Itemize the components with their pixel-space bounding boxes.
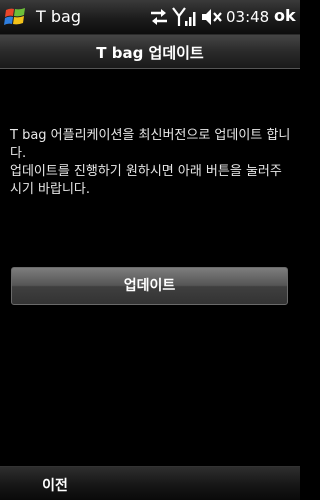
message-line-1: T bag 어플리케이션을 최신버전으로 업데이트 합니다. (10, 128, 291, 161)
ok-button[interactable]: ok (274, 6, 296, 25)
volume-muted-icon[interactable] (200, 6, 224, 32)
page-title: T bag 업데이트 (96, 44, 204, 62)
update-button[interactable]: 업데이트 (11, 267, 288, 305)
status-bar: T bag 03:48 ok (0, 0, 300, 35)
signal-strength-icon[interactable] (172, 6, 196, 32)
data-sync-icon[interactable] (148, 6, 170, 32)
clock-time[interactable]: 03:48 (226, 8, 269, 26)
app-title: T bag (36, 7, 81, 26)
windows-start-icon[interactable] (2, 3, 30, 31)
back-soft-key[interactable]: 이전 (0, 475, 110, 495)
message-line-2: 업데이트를 진행하기 원하시면 아래 버튼을 눌러주시기 바랍니다. (10, 164, 282, 197)
page-header: T bag 업데이트 (0, 35, 300, 69)
soft-key-bar: 이전 (0, 466, 300, 500)
update-message: T bag 어플리케이션을 최신버전으로 업데이트 합니다. 업데이트를 진행하… (10, 127, 292, 199)
